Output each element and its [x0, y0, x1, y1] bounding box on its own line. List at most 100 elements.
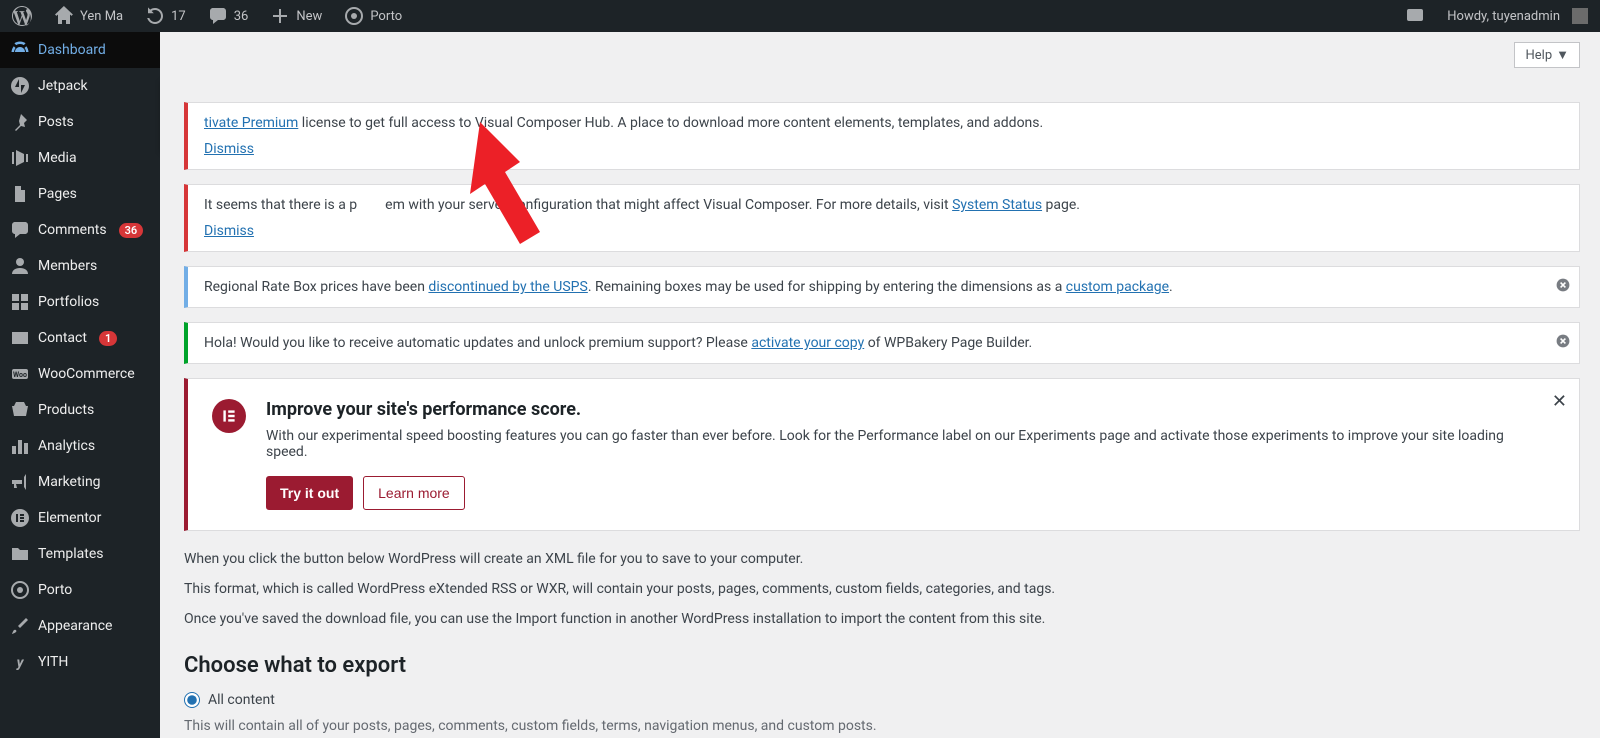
contact-badge: 1 — [99, 331, 117, 346]
sidebar-item-label: Porto — [38, 582, 72, 598]
sidebar-item-members[interactable]: Members — [0, 248, 160, 284]
analytics-icon — [10, 436, 30, 456]
usps-link[interactable]: discontinued by the USPS — [428, 279, 587, 295]
help-tab[interactable]: Help ▼ — [1514, 42, 1580, 68]
export-paragraph: This format, which is called WordPress e… — [184, 581, 1580, 597]
sidebar-item-label: Analytics — [38, 438, 95, 454]
products-icon — [10, 400, 30, 420]
media-icon — [10, 148, 30, 168]
sidebar-item-label: Appearance — [38, 618, 112, 634]
sidebar-item-label: Jetpack — [38, 78, 88, 94]
plus-icon — [270, 6, 290, 26]
sidebar-item-label: Members — [38, 258, 97, 274]
export-paragraph: When you click the button below WordPres… — [184, 551, 1580, 567]
activate-copy-link[interactable]: activate your copy — [751, 335, 864, 351]
brush-icon — [10, 616, 30, 636]
sidebar-item-analytics[interactable]: Analytics — [0, 428, 160, 464]
comment-icon — [208, 6, 228, 26]
wordpress-logo[interactable] — [8, 0, 36, 32]
avatar — [1572, 8, 1588, 24]
new-text: New — [296, 9, 322, 24]
comments-count: 36 — [234, 9, 249, 24]
sidebar-item-posts[interactable]: Posts — [0, 104, 160, 140]
jetpack-icon — [10, 76, 30, 96]
megaphone-icon — [10, 472, 30, 492]
all-content-label: All content — [208, 692, 275, 708]
sidebar-item-label: Contact — [38, 330, 87, 346]
sidebar-item-portfolios[interactable]: Portfolios — [0, 284, 160, 320]
notice-elementor: Improve your site's performance score. W… — [184, 378, 1580, 531]
sidebar-item-jetpack[interactable]: Jetpack — [0, 68, 160, 104]
elementor-title: Improve your site's performance score. — [266, 399, 1539, 420]
sidebar-item-dashboard[interactable]: Dashboard — [0, 32, 160, 68]
updates-link[interactable]: 17 — [141, 0, 190, 32]
yith-icon: y — [10, 652, 30, 672]
elementor-logo-icon — [212, 399, 246, 433]
wordpress-icon — [12, 6, 32, 26]
sidebar-item-label: Comments — [38, 222, 107, 238]
adminbar: Yen Ma 17 36 New Porto — [0, 0, 1600, 32]
sidebar-item-contact[interactable]: Contact 1 — [0, 320, 160, 356]
sidebar-item-marketing[interactable]: Marketing — [0, 464, 160, 500]
sidebar-item-label: WooCommerce — [38, 366, 135, 382]
comments-link[interactable]: 36 — [204, 0, 253, 32]
elementor-desc: With our experimental speed boosting fea… — [266, 428, 1539, 460]
porto-icon — [344, 6, 364, 26]
sidebar-item-elementor[interactable]: Elementor — [0, 500, 160, 536]
sidebar-item-templates[interactable]: Templates — [0, 536, 160, 572]
notice-text: Regional Rate Box prices have been disco… — [204, 279, 1173, 295]
dashboard-icon — [10, 40, 30, 60]
speech-icon — [1405, 6, 1425, 26]
dismiss-link[interactable]: Dismiss — [204, 141, 1539, 157]
sidebar-item-label: Portfolios — [38, 294, 99, 310]
sidebar-item-label: YITH — [38, 654, 68, 670]
sidebar-item-label: Products — [38, 402, 94, 418]
portfolios-icon — [10, 292, 30, 312]
account-link[interactable]: Howdy, tuyenadmin — [1443, 0, 1592, 32]
notice-text: Hola! Would you like to receive automati… — [204, 335, 1032, 351]
close-icon[interactable]: ✕ — [1552, 391, 1567, 412]
sidebar-item-woocommerce[interactable]: Woo WooCommerce — [0, 356, 160, 392]
sidebar-item-label: Media — [38, 150, 77, 166]
try-it-out-button[interactable]: Try it out — [266, 476, 353, 510]
system-status-link[interactable]: System Status — [952, 197, 1042, 213]
mail-icon — [10, 328, 30, 348]
chevron-down-icon: ▼ — [1556, 47, 1569, 63]
dismiss-link[interactable]: Dismiss — [204, 223, 1539, 239]
updates-count: 17 — [171, 9, 186, 24]
notice-wpbakery: Hola! Would you like to receive automati… — [184, 322, 1580, 364]
dismiss-button[interactable] — [1555, 277, 1571, 297]
notice-vc-premium: tivate Premium license to get full acces… — [184, 102, 1580, 170]
refresh-icon — [145, 6, 165, 26]
all-content-radio-row[interactable]: All content — [184, 692, 1580, 708]
dismiss-button[interactable] — [1555, 333, 1571, 353]
svg-text:Woo: Woo — [13, 371, 27, 379]
comments-badge: 36 — [119, 223, 144, 238]
sidebar-item-pages[interactable]: Pages — [0, 176, 160, 212]
sidebar-item-yith[interactable]: y YITH — [0, 644, 160, 680]
site-name-link[interactable]: Yen Ma — [50, 0, 127, 32]
all-content-radio[interactable] — [184, 692, 200, 708]
sidebar-item-label: Marketing — [38, 474, 101, 490]
adminbar-left: Yen Ma 17 36 New Porto — [8, 0, 406, 32]
members-icon — [10, 256, 30, 276]
porto-link[interactable]: Porto — [340, 0, 406, 32]
sidebar-item-products[interactable]: Products — [0, 392, 160, 428]
notifications-link[interactable] — [1401, 0, 1429, 32]
sidebar-item-comments[interactable]: Comments 36 — [0, 212, 160, 248]
learn-more-button[interactable]: Learn more — [363, 476, 465, 510]
custom-package-link[interactable]: custom package — [1066, 279, 1169, 295]
comment-icon — [10, 220, 30, 240]
sidebar-item-appearance[interactable]: Appearance — [0, 608, 160, 644]
sidebar-item-media[interactable]: Media — [0, 140, 160, 176]
pages-icon — [10, 184, 30, 204]
pin-icon — [10, 112, 30, 132]
activate-premium-link[interactable]: tivate Premium — [204, 115, 298, 131]
notice-usps: Regional Rate Box prices have been disco… — [184, 266, 1580, 308]
sidebar-item-porto[interactable]: Porto — [0, 572, 160, 608]
greeting-text: Howdy, tuyenadmin — [1447, 9, 1560, 24]
porto-icon — [10, 580, 30, 600]
sidebar-item-label: Elementor — [38, 510, 101, 526]
site-name-text: Yen Ma — [80, 9, 123, 24]
new-link[interactable]: New — [266, 0, 326, 32]
